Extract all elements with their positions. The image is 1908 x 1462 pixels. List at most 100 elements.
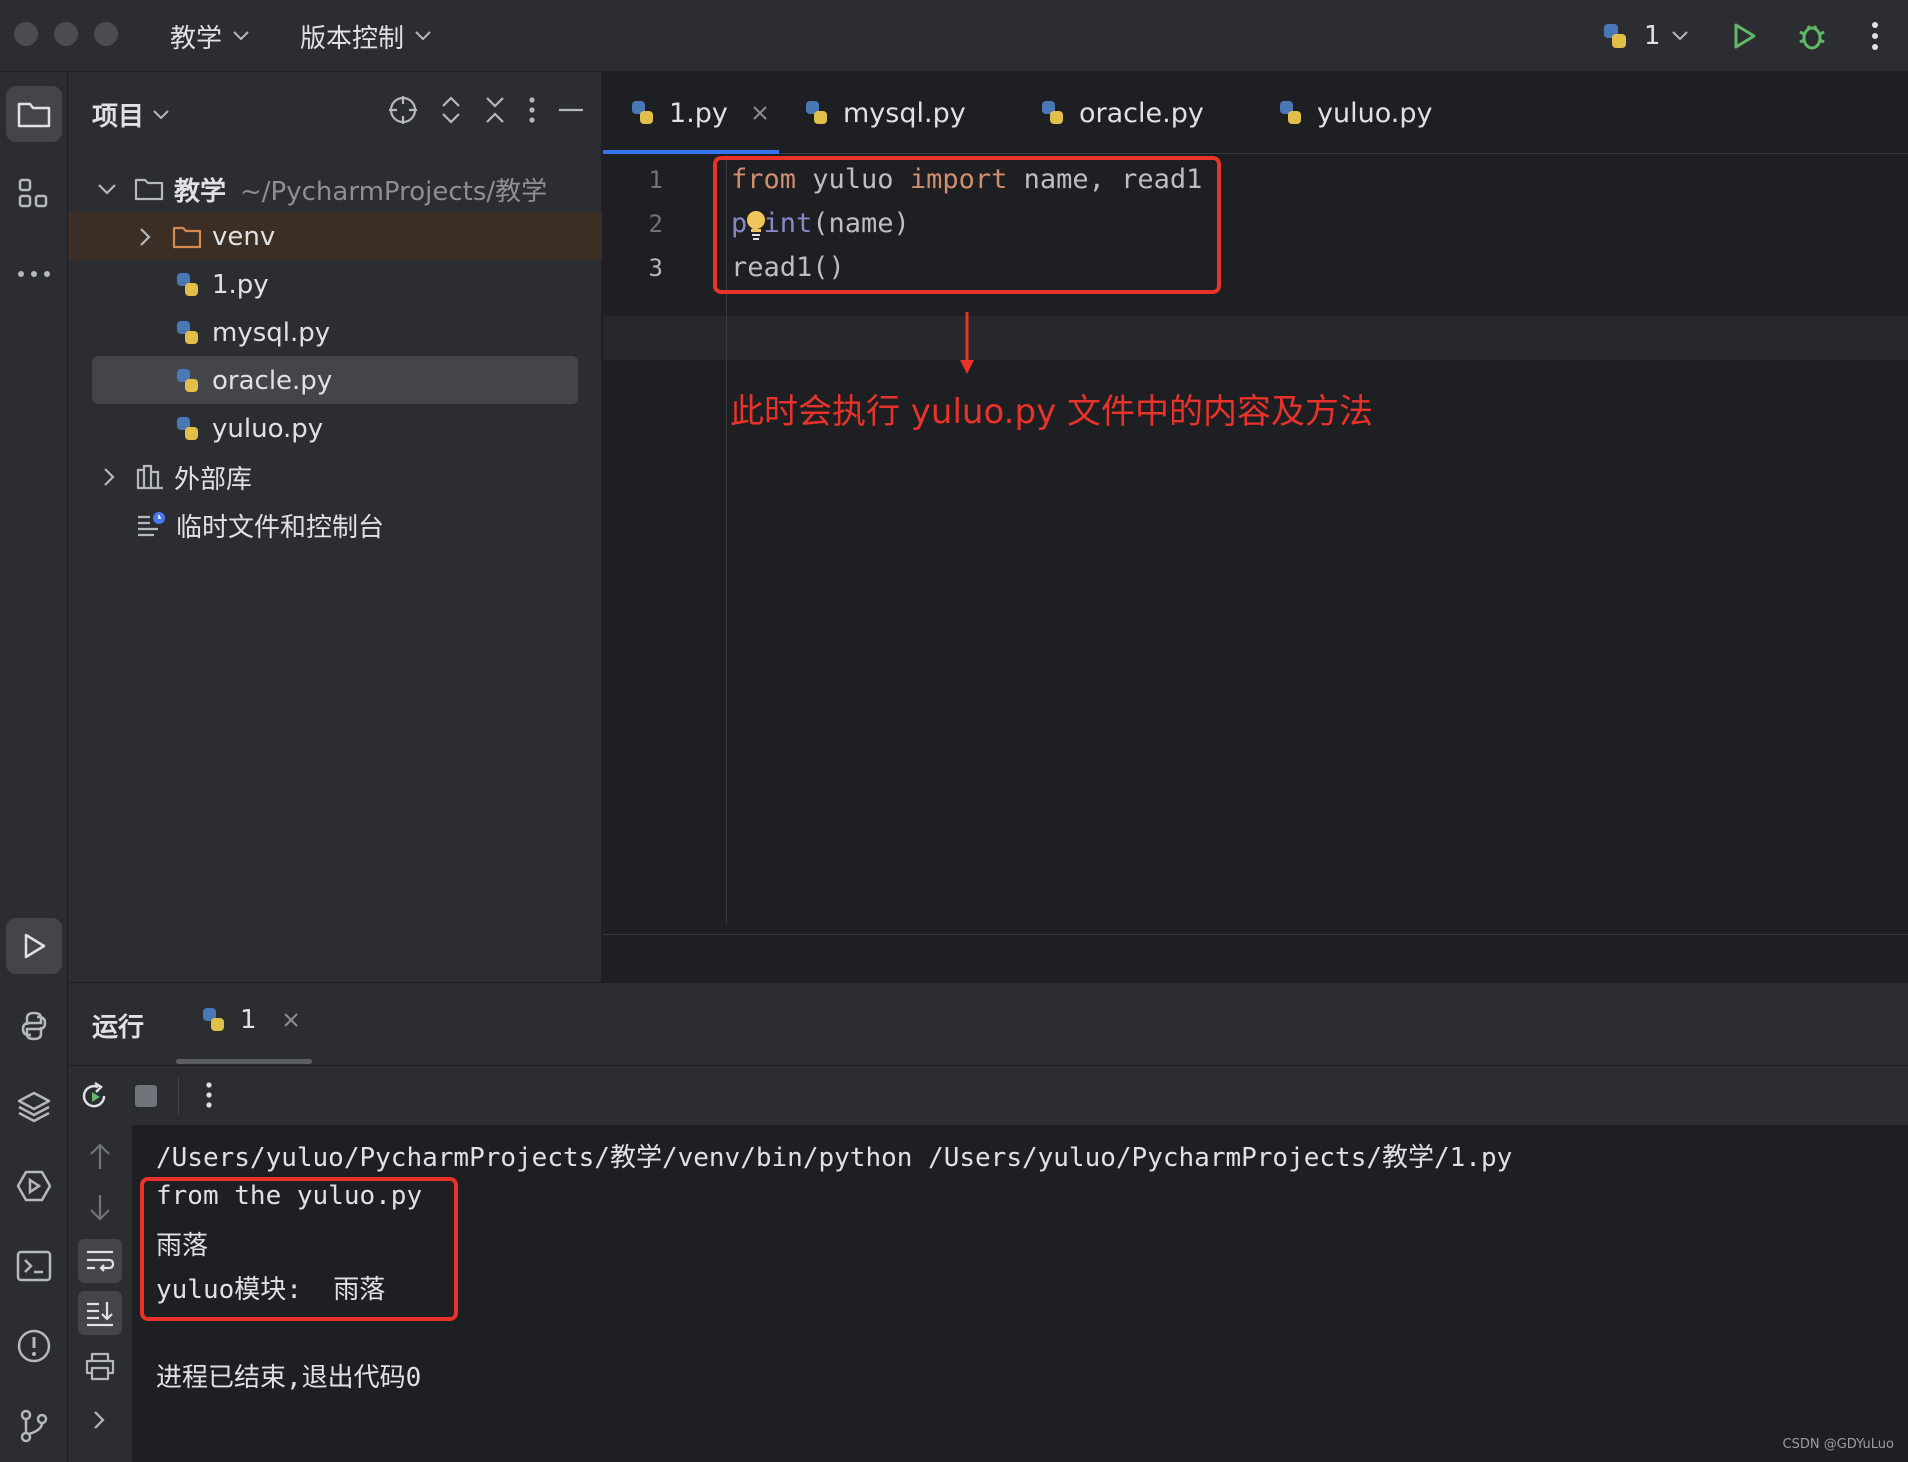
editor-tabs: 1.py mysql.py oracle.py yuluo.py bbox=[603, 72, 1908, 154]
run-tab[interactable]: 1 bbox=[200, 1005, 299, 1035]
expand-collapse-icon[interactable] bbox=[439, 94, 463, 126]
project-menu-label: 教学 bbox=[170, 23, 223, 54]
soft-wrap-icon bbox=[85, 1248, 115, 1274]
window-close-button[interactable] bbox=[14, 22, 38, 46]
scroll-to-end-button[interactable] bbox=[78, 1291, 122, 1335]
annotation-arrow-icon bbox=[960, 312, 974, 374]
window-zoom-button[interactable] bbox=[94, 22, 118, 46]
more-vertical-icon[interactable] bbox=[527, 95, 537, 125]
toolbar-separator bbox=[178, 1078, 179, 1114]
active-tab-indicator bbox=[603, 150, 779, 154]
more-horizontal-icon bbox=[17, 270, 51, 278]
stop-icon[interactable] bbox=[134, 1084, 158, 1108]
annotation-text: 此时会执行 yuluo.py 文件中的内容及方法 bbox=[730, 392, 1373, 432]
chevron-right-icon[interactable] bbox=[92, 1409, 106, 1431]
python-packages-button[interactable] bbox=[6, 1078, 62, 1134]
run-config-selector[interactable]: 1 bbox=[1600, 12, 1689, 60]
more-vertical-icon[interactable] bbox=[204, 1080, 214, 1110]
tab-oracle-py[interactable]: oracle.py bbox=[1039, 72, 1204, 154]
arrow-down-icon[interactable] bbox=[86, 1193, 114, 1223]
project-menu[interactable]: 教学 bbox=[170, 16, 250, 56]
print-icon[interactable] bbox=[84, 1351, 116, 1381]
python-file-icon bbox=[174, 367, 202, 395]
console-side-toolbar bbox=[68, 1125, 132, 1462]
chevron-down-icon bbox=[1671, 30, 1689, 42]
python-file-icon bbox=[200, 1006, 228, 1034]
run-panel-header: 运行 1 bbox=[68, 983, 1908, 1065]
console-command-line: /Users/yuluo/PycharmProjects/教学/venv/bin… bbox=[156, 1143, 1513, 1173]
warning-circle-icon bbox=[16, 1328, 52, 1364]
tree-root-row[interactable]: 教学 ~/PycharmProjects/教学 bbox=[96, 166, 547, 212]
debug-button[interactable] bbox=[1796, 12, 1828, 60]
tree-file-label: yuluo.py bbox=[212, 414, 324, 444]
structure-tool-button[interactable] bbox=[6, 166, 62, 222]
chevron-right-icon bbox=[102, 466, 116, 488]
git-button[interactable] bbox=[6, 1398, 62, 1454]
soft-wrap-button[interactable] bbox=[78, 1239, 122, 1283]
tree-row-venv[interactable]: venv bbox=[138, 214, 275, 260]
vcs-menu[interactable]: 版本控制 bbox=[300, 16, 432, 56]
run-tool-button[interactable] bbox=[6, 918, 62, 974]
project-tool-button[interactable] bbox=[6, 86, 62, 142]
vcs-menu-label: 版本控制 bbox=[300, 23, 405, 54]
run-tab-indicator bbox=[176, 1059, 312, 1064]
python-console-button[interactable] bbox=[6, 998, 62, 1054]
tab-label: yuluo.py bbox=[1317, 97, 1433, 129]
python-file-icon bbox=[803, 99, 831, 127]
play-icon bbox=[18, 930, 50, 962]
code-highlight-box bbox=[713, 156, 1221, 294]
folder-orange-icon bbox=[172, 224, 202, 250]
collapse-all-icon[interactable] bbox=[483, 94, 507, 126]
locate-icon[interactable] bbox=[387, 94, 419, 126]
tree-row-external-libs[interactable]: 外部库 bbox=[102, 454, 252, 500]
console-exit-message: 进程已结束,退出代码0 bbox=[156, 1363, 422, 1393]
tree-file-row[interactable]: 1.py bbox=[174, 262, 269, 308]
terminal-icon bbox=[16, 1250, 52, 1282]
close-icon[interactable] bbox=[752, 105, 768, 121]
title-bar: 教学 版本控制 1 bbox=[0, 0, 1908, 72]
bug-icon bbox=[1796, 20, 1828, 52]
services-button[interactable] bbox=[6, 1158, 62, 1214]
more-tools-button[interactable] bbox=[6, 246, 62, 302]
tree-file-row[interactable]: yuluo.py bbox=[174, 406, 323, 452]
run-config-label: 1 bbox=[1644, 21, 1661, 51]
run-button[interactable] bbox=[1728, 12, 1760, 60]
python-file-icon bbox=[174, 415, 202, 443]
line-number: 2 bbox=[648, 210, 663, 238]
project-panel: 项目 教学 ~/PycharmProjects/教学 venv 1.py mys… bbox=[68, 72, 602, 982]
project-panel-title-label: 项目 bbox=[92, 102, 145, 132]
tree-file-label: oracle.py bbox=[212, 366, 333, 396]
chevron-right-icon bbox=[138, 226, 152, 248]
close-icon[interactable] bbox=[283, 1012, 299, 1028]
window-minimize-button[interactable] bbox=[54, 22, 78, 46]
tree-row-scratches[interactable]: 临时文件和控制台 bbox=[136, 502, 384, 548]
project-panel-title[interactable]: 项目 bbox=[92, 96, 170, 133]
chevron-down-icon bbox=[152, 109, 170, 121]
tab-mysql-py[interactable]: mysql.py bbox=[803, 72, 966, 154]
python-file-icon bbox=[174, 319, 202, 347]
tree-row-scratches-label: 临时文件和控制台 bbox=[176, 512, 385, 543]
tree-row-external-libs-label: 外部库 bbox=[174, 464, 253, 495]
tab-yuluo-py[interactable]: yuluo.py bbox=[1277, 72, 1432, 154]
git-branch-icon bbox=[17, 1408, 51, 1444]
tree-file-row-selected[interactable]: oracle.py bbox=[174, 358, 332, 404]
folder-icon bbox=[16, 98, 52, 130]
tree-root-name: 教学 bbox=[174, 176, 227, 207]
arrow-up-icon[interactable] bbox=[86, 1141, 114, 1171]
play-icon bbox=[1728, 20, 1760, 52]
tab-1-py[interactable]: 1.py bbox=[629, 72, 768, 154]
problems-button[interactable] bbox=[6, 1318, 62, 1374]
terminal-button[interactable] bbox=[6, 1238, 62, 1294]
minimize-icon[interactable] bbox=[557, 95, 585, 125]
tab-label: oracle.py bbox=[1079, 97, 1204, 129]
tree-file-row[interactable]: mysql.py bbox=[174, 310, 330, 356]
run-toolbar bbox=[68, 1065, 1908, 1125]
line-number: 1 bbox=[648, 166, 663, 194]
project-panel-toolbar bbox=[387, 94, 585, 126]
more-actions-button[interactable] bbox=[1870, 12, 1880, 60]
watermark: CSDN @GDYuLuo bbox=[1782, 1437, 1894, 1452]
tab-label: 1.py bbox=[669, 97, 728, 129]
rerun-icon[interactable] bbox=[78, 1080, 110, 1112]
chevron-down-icon bbox=[96, 182, 118, 196]
run-panel-title: 运行 bbox=[92, 1013, 145, 1043]
